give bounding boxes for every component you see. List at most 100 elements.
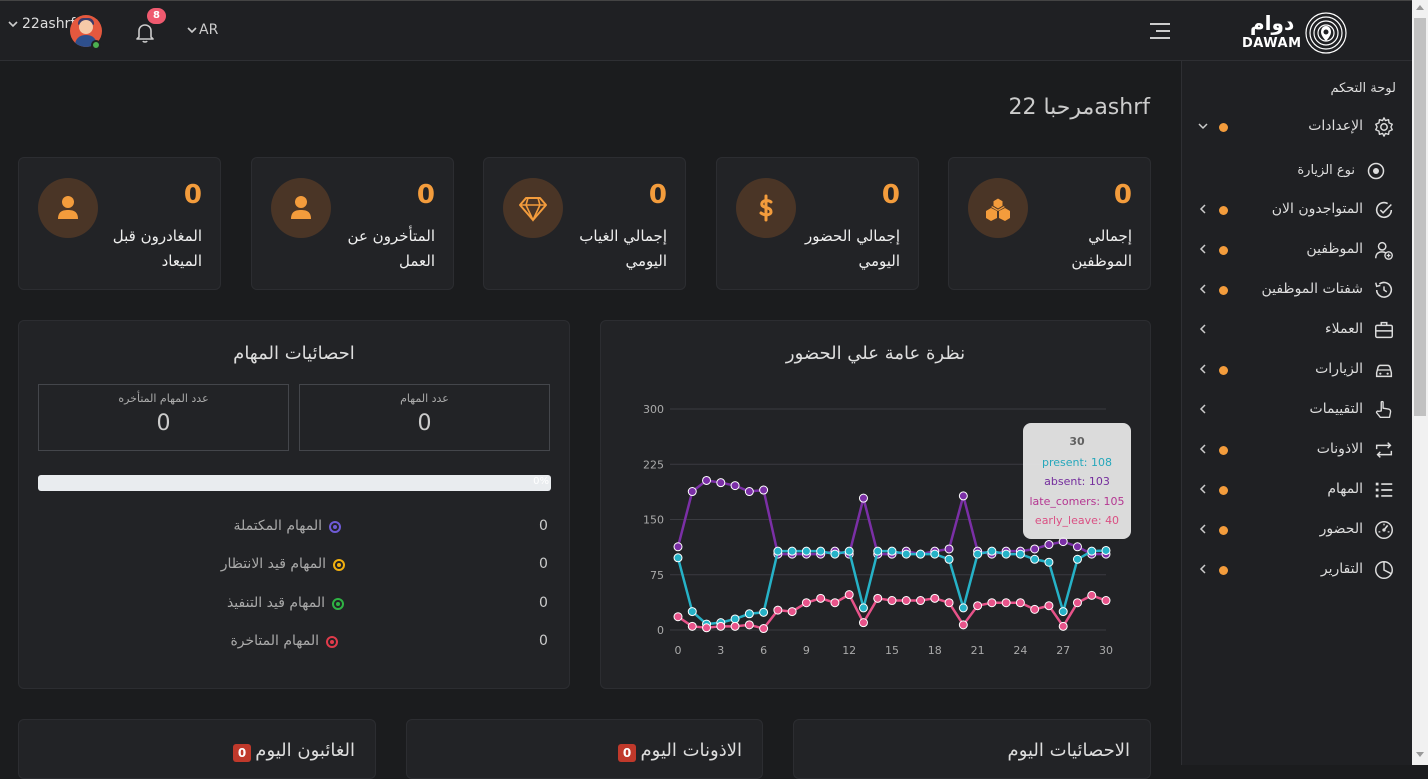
scrollbar-thumb[interactable] bbox=[1414, 18, 1426, 416]
fingerprint-logo-icon bbox=[1305, 12, 1347, 54]
brand-name-en: DAWAM bbox=[1242, 36, 1302, 51]
data-point-absent bbox=[744, 487, 754, 497]
sidebar-item-label: الحضور bbox=[1319, 521, 1363, 537]
menu-toggle-icon[interactable] bbox=[1150, 23, 1170, 41]
data-point-present bbox=[1001, 549, 1011, 559]
dot-circle-icon bbox=[333, 559, 345, 571]
sidebar-item-label: المتواجدون الان bbox=[1271, 201, 1363, 217]
data-point-present bbox=[673, 553, 683, 563]
sidebar-item-tasks[interactable]: المهام bbox=[1182, 474, 1413, 506]
data-point-absent bbox=[716, 478, 726, 488]
data-point-present bbox=[773, 546, 783, 556]
data-point-present bbox=[916, 549, 926, 559]
sidebar-item-employees[interactable]: الموظفين bbox=[1182, 234, 1413, 266]
language-selector[interactable]: AR bbox=[187, 22, 218, 38]
sidebar-item-permissions[interactable]: الاذونات bbox=[1182, 434, 1413, 466]
tasks-progress-bar: 0% bbox=[38, 475, 551, 491]
absent-today-card: الغائبون اليوم 0 bbox=[18, 719, 376, 779]
data-point-present bbox=[1101, 545, 1111, 555]
tooltip-x: 30 bbox=[1069, 435, 1085, 448]
count-badge: 0 bbox=[618, 744, 636, 762]
task-count: 0 bbox=[539, 595, 548, 611]
data-point-early_leave bbox=[844, 590, 854, 600]
hand-pointer-icon bbox=[1375, 400, 1392, 419]
sidebar-item-label: العملاء bbox=[1325, 321, 1363, 337]
pie-chart-icon bbox=[1375, 561, 1393, 579]
box-value: 0 bbox=[417, 411, 432, 436]
data-point-present bbox=[973, 549, 983, 559]
x-tick-label: 9 bbox=[803, 644, 810, 657]
x-tick-label: 6 bbox=[760, 644, 767, 657]
stats-today-card: الاحصائيات اليوم bbox=[793, 719, 1151, 779]
scroll-down-arrow-icon[interactable] bbox=[1416, 752, 1424, 757]
x-tick-label: 27 bbox=[1056, 644, 1070, 657]
status-dot bbox=[1219, 206, 1228, 215]
stat-value: 0 bbox=[416, 180, 435, 210]
data-point-early_leave bbox=[759, 624, 769, 634]
sidebar-item-attendance[interactable]: الحضور bbox=[1182, 514, 1413, 546]
dot-circle-icon bbox=[1367, 162, 1385, 180]
sidebar-item-employee-shifts[interactable]: شفتات الموظفين bbox=[1182, 274, 1413, 306]
data-point-early_leave bbox=[1044, 601, 1054, 611]
data-point-early_leave bbox=[901, 596, 911, 606]
data-point-early_leave bbox=[1072, 598, 1082, 608]
chevron-left-icon bbox=[1199, 404, 1206, 414]
online-status-dot bbox=[91, 40, 101, 50]
data-point-present bbox=[901, 549, 911, 559]
scroll-up-arrow-icon[interactable] bbox=[1416, 5, 1424, 10]
user-menu[interactable]: 22ashrf bbox=[8, 16, 75, 32]
x-tick-label: 30 bbox=[1099, 644, 1113, 657]
stat-card-late-comers: 0 المتأخرون عن العمل bbox=[251, 157, 454, 290]
stat-label: إجمالي الحضور اليومي bbox=[805, 227, 900, 270]
x-tick-label: 15 bbox=[885, 644, 899, 657]
task-count: 0 bbox=[539, 556, 548, 572]
data-point-early_leave bbox=[1001, 598, 1011, 608]
data-point-early_leave bbox=[801, 598, 811, 608]
briefcase-icon bbox=[1375, 321, 1393, 339]
history-icon bbox=[1375, 281, 1393, 298]
status-dot bbox=[1219, 446, 1228, 455]
page-scrollbar[interactable] bbox=[1412, 0, 1428, 765]
sidebar-item-label: الاذونات bbox=[1316, 441, 1363, 457]
sidebar-item-clients[interactable]: العملاء bbox=[1182, 314, 1413, 346]
notification-badge: 8 bbox=[147, 8, 166, 24]
sidebar-item-ratings[interactable]: التقييمات bbox=[1182, 394, 1413, 426]
data-point-early_leave bbox=[1058, 621, 1068, 631]
gear-icon bbox=[1375, 117, 1393, 137]
sidebar-item-settings[interactable]: الإعدادات bbox=[1182, 111, 1413, 143]
sidebar-item-label: الموظفين bbox=[1306, 241, 1363, 257]
data-point-absent bbox=[673, 542, 683, 552]
stat-card-total-employees: 0 إجمالي الموظفين bbox=[948, 157, 1151, 290]
brand-logo[interactable]: دوام DAWAM bbox=[1240, 11, 1350, 55]
data-point-present bbox=[744, 609, 754, 619]
data-point-present bbox=[687, 607, 697, 617]
tooltip-present: present: 108 bbox=[1041, 456, 1112, 469]
task-label: المهام المتاخرة bbox=[230, 633, 319, 649]
stat-label: المتأخرون عن العمل bbox=[347, 227, 435, 270]
sidebar-item-present-now[interactable]: المتواجدون الان bbox=[1182, 194, 1413, 226]
data-point-early_leave bbox=[973, 601, 983, 611]
data-point-present bbox=[1030, 554, 1040, 564]
dot-circle-icon bbox=[326, 636, 338, 648]
sidebar-item-visits[interactable]: الزيارات bbox=[1182, 354, 1413, 386]
data-point-absent bbox=[1044, 540, 1054, 550]
task-label: المهام قيد الانتظار bbox=[220, 556, 326, 572]
data-point-present bbox=[816, 546, 826, 556]
chart-tooltip: 30 present: 108 absent: 103 late_comers:… bbox=[1023, 423, 1131, 539]
tooltip-late-comers: late_comers: 105 bbox=[1029, 495, 1125, 508]
data-point-early_leave bbox=[702, 623, 712, 633]
stat-value: 0 bbox=[881, 180, 900, 210]
data-point-present bbox=[930, 549, 940, 559]
chevron-left-icon bbox=[1199, 204, 1206, 214]
status-dot bbox=[1219, 366, 1228, 375]
data-point-early_leave bbox=[916, 596, 926, 606]
sidebar-subitem-visit-type[interactable]: نوع الزيارة bbox=[1182, 156, 1413, 186]
count-badge: 0 bbox=[233, 744, 251, 762]
sidebar-item-reports[interactable]: التقارير bbox=[1182, 554, 1413, 586]
data-point-absent bbox=[702, 475, 712, 485]
data-point-present bbox=[1044, 557, 1054, 567]
dollar-icon bbox=[736, 178, 796, 238]
list-item: 0 المهام قيد التنفيذ bbox=[19, 593, 569, 615]
tooltip-early-leave: early_leave: 40 bbox=[1034, 514, 1120, 527]
y-tick-label: 300 bbox=[643, 403, 664, 416]
